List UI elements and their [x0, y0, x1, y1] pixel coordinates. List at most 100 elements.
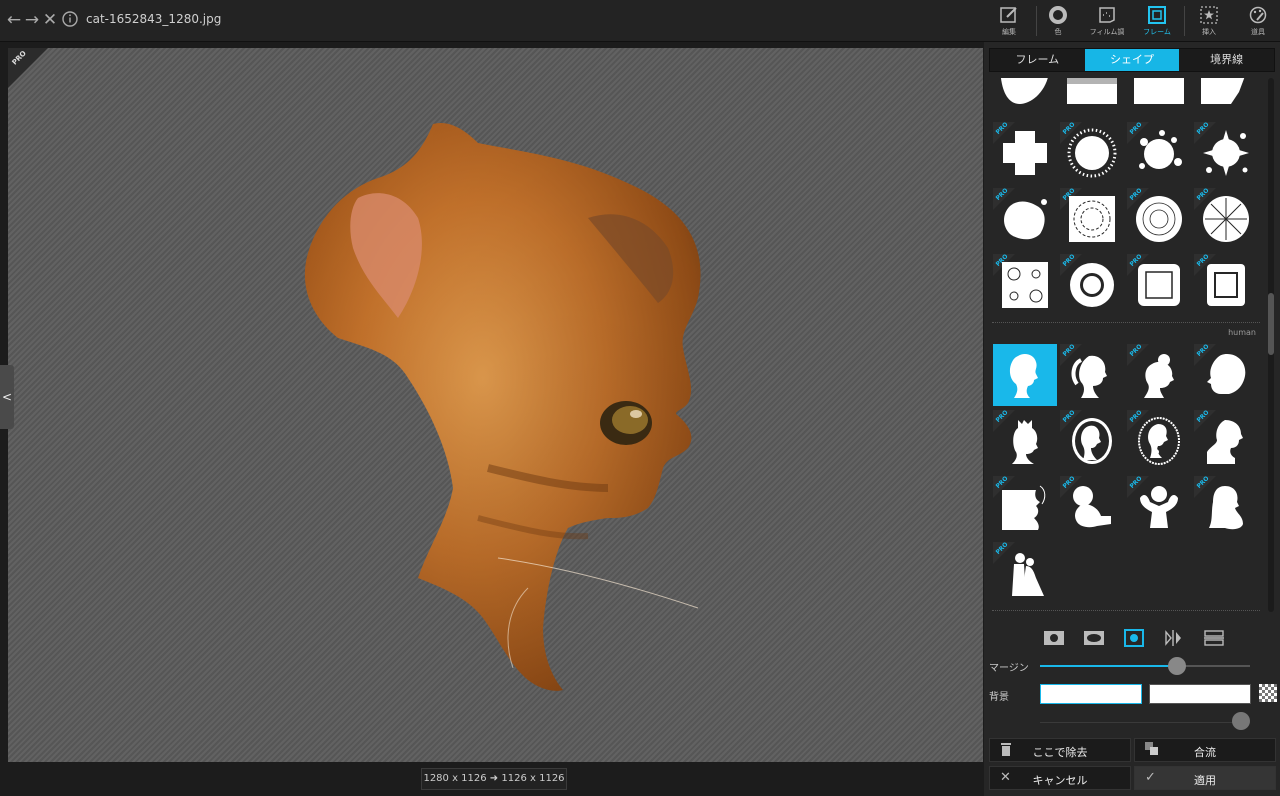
file-name: cat-1652843_1280.jpg [86, 12, 222, 26]
cross-shape-icon [1003, 131, 1047, 175]
arrow-left-icon[interactable]: ← [4, 10, 24, 30]
shape-woman-long-hair[interactable]: PRO [1194, 475, 1258, 538]
cancel-button[interactable]: ✕ キャンセル [989, 766, 1131, 790]
shape-scribble[interactable]: PRO [1127, 187, 1191, 250]
tool-label: フレーム [1143, 28, 1171, 36]
cancel-label: キャンセル [1032, 774, 1088, 787]
dotted-circle-shape-icon [1067, 128, 1117, 178]
tool-insert[interactable]: 挿入 [1186, 4, 1232, 40]
background-color-2[interactable] [1149, 684, 1251, 704]
image-canvas[interactable]: PRO [8, 48, 983, 762]
shape-rectangle[interactable] [1127, 78, 1191, 118]
shape-scalloped-circle[interactable]: PRO [1060, 253, 1124, 316]
shape-wedding-couple[interactable]: PRO [993, 541, 1057, 604]
queen-profile-shape-icon [1012, 420, 1038, 464]
section-divider [992, 322, 1260, 323]
tool-label: 挿入 [1202, 28, 1216, 36]
shape-baby[interactable]: PRO [1060, 475, 1124, 538]
background-color-1[interactable] [1040, 684, 1142, 704]
girl-ponytail-shape-icon [1071, 355, 1107, 398]
opacity-slider[interactable] [1040, 722, 1250, 723]
background-label: 背景 [989, 692, 1009, 703]
shape-torn[interactable] [1194, 78, 1258, 118]
shape-queen-profile[interactable]: PRO [993, 409, 1057, 472]
shape-cameo-oval[interactable]: PRO [1060, 409, 1124, 472]
tool-label: 編集 [1002, 28, 1016, 36]
shape-girl-ponytail[interactable]: PRO [1060, 343, 1124, 406]
cat-silhouette-image [304, 122, 701, 691]
shape-man-profile[interactable]: PRO [1194, 409, 1258, 472]
flip-horizontal-option[interactable] [1162, 628, 1186, 648]
shape-list-scrollbar[interactable] [1268, 78, 1274, 612]
torn-paper-shape-icon [1201, 78, 1245, 104]
toolbar-divider [1184, 6, 1185, 36]
remove-here-button[interactable]: ここで除去 [989, 738, 1131, 762]
tool-color[interactable]: 色 [1035, 4, 1081, 40]
rectangle-shape-icon [1134, 78, 1184, 104]
margin-slider[interactable] [1040, 657, 1250, 675]
merge-button[interactable]: 合流 [1134, 738, 1276, 762]
tool-edit[interactable]: 編集 [986, 4, 1032, 40]
woman-hair-up-shape-icon [1140, 486, 1178, 528]
shape-halftone[interactable] [1060, 78, 1124, 118]
tool-label: 色 [1054, 28, 1062, 36]
shape-splash[interactable]: PRO [1127, 121, 1191, 184]
shape-woman-hair-up[interactable]: PRO [1127, 475, 1191, 538]
cameo-rose-shape-icon [1138, 417, 1180, 465]
shape-cross-halftone[interactable]: PRO [993, 121, 1057, 184]
wedding-couple-shape-icon [1012, 553, 1044, 596]
shape-half-circle[interactable] [993, 78, 1057, 118]
shape-face-cutout[interactable]: PRO [993, 475, 1057, 538]
shape-mosaic[interactable]: PRO [1060, 187, 1124, 250]
shape-cameo-rose[interactable]: PRO [1127, 409, 1191, 472]
collapse-left-button[interactable]: < [0, 365, 14, 429]
girl-bun-shape-icon [1144, 354, 1174, 398]
pro-corner-badge [8, 48, 48, 88]
tab-shape[interactable]: シェイプ [1084, 49, 1180, 71]
shape-ink-blot[interactable]: PRO [993, 187, 1057, 250]
shape-starburst[interactable]: PRO [1194, 187, 1258, 250]
shape-curly-hair[interactable]: PRO [1194, 343, 1258, 406]
tool-label: フィルム調 [1089, 28, 1125, 36]
shape-woman-profile[interactable] [993, 344, 1057, 406]
frame-icon [1148, 6, 1166, 24]
shape-ornate-square[interactable]: PRO [1127, 253, 1191, 316]
category-label: human [1228, 328, 1256, 337]
floral-square-shape-icon [1002, 262, 1048, 308]
tool-film[interactable]: フィルム調 [1084, 4, 1130, 40]
opacity-slider-knob[interactable] [1232, 712, 1250, 730]
scrollbar-thumb[interactable] [1268, 293, 1274, 355]
halftone-shape-icon [1067, 78, 1117, 104]
shape-girl-bun[interactable]: PRO [1127, 343, 1191, 406]
apply-button[interactable]: ✓ 適用 [1134, 766, 1276, 790]
image-size-info: 1280 x 1126 ➜ 1126 x 1126 [421, 768, 567, 790]
ink-blot-shape-icon [1004, 199, 1047, 240]
arrow-right-icon[interactable]: → [22, 10, 42, 30]
tab-border[interactable]: 境界線 [1179, 49, 1275, 71]
shape-dotted-circle[interactable]: PRO [1060, 121, 1124, 184]
flip-vertical-option[interactable] [1202, 628, 1226, 648]
margin-slider-fill [1040, 665, 1177, 667]
shape-splat[interactable]: PRO [1194, 121, 1258, 184]
fit-oval-option[interactable] [1082, 628, 1106, 648]
close-icon[interactable]: ✕ [40, 10, 60, 30]
info-icon[interactable] [60, 10, 80, 30]
tool-frame[interactable]: フレーム [1134, 4, 1180, 40]
fit-frame-option[interactable] [1122, 628, 1146, 648]
margin-slider-knob[interactable] [1167, 657, 1186, 675]
color-icon [1049, 6, 1067, 24]
face-cutout-shape-icon [1002, 485, 1046, 530]
scalloped-circle-shape-icon [1070, 263, 1114, 307]
oval-fit-icon [1084, 631, 1104, 645]
shape-floral-square[interactable]: PRO [993, 253, 1057, 316]
tool-tools[interactable]: 道具 [1235, 4, 1280, 40]
tools-icon [1249, 6, 1267, 24]
frame-layout-options [1036, 628, 1236, 648]
fit-square-option[interactable] [1042, 628, 1066, 648]
frame-panel: フレーム シェイプ 境界線 PRO PRO PRO PRO PRO PRO PR… [984, 42, 1280, 796]
transparent-background-button[interactable] [1259, 684, 1277, 702]
shape-ornate-frame[interactable]: PRO [1194, 253, 1258, 316]
splat-shape-icon [1203, 130, 1249, 176]
insert-icon [1200, 6, 1218, 24]
tab-frame[interactable]: フレーム [990, 49, 1085, 71]
